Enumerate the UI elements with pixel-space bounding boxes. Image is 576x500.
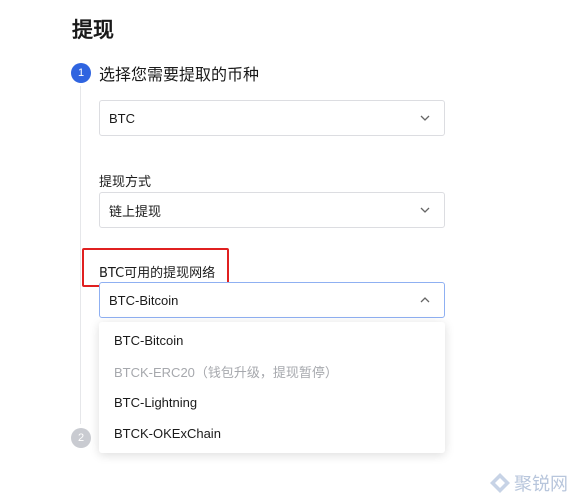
chevron-down-icon xyxy=(418,111,432,125)
dropdown-option[interactable]: BTCK-OKExChain xyxy=(99,418,445,449)
dropdown-option[interactable]: BTC-Bitcoin xyxy=(99,325,445,356)
withdraw-method-value: 链上提现 xyxy=(109,203,162,219)
currency-select[interactable]: BTC xyxy=(99,100,445,136)
step-label: 选择您需要提取的币种 xyxy=(99,65,260,84)
watermark: 聚锐网 xyxy=(489,470,568,496)
network-dropdown-menu: BTC-Bitcoin BTCK-ERC20（钱包升级，提现暂停） BTC-Li… xyxy=(99,322,445,453)
currency-select-value: BTC xyxy=(109,110,135,126)
watermark-text: 聚锐网 xyxy=(514,474,568,495)
step-1: 1 选择您需要提取的币种 xyxy=(71,61,259,85)
step-number-badge: 1 xyxy=(71,63,91,83)
watermark-logo-icon xyxy=(490,473,510,493)
network-select-value: BTC-Bitcoin xyxy=(109,292,179,308)
withdraw-method-select[interactable]: 链上提现 xyxy=(99,192,445,228)
step-connector-line xyxy=(80,86,81,424)
network-select[interactable]: BTC-Bitcoin xyxy=(99,282,445,318)
step-2: 2 xyxy=(71,428,91,448)
dropdown-option-disabled: BTCK-ERC20（钱包升级，提现暂停） xyxy=(114,365,338,380)
chevron-up-icon xyxy=(418,293,432,307)
withdraw-method-label: 提现方式 xyxy=(99,175,152,190)
step-number-badge: 2 xyxy=(71,428,91,448)
dropdown-option[interactable]: BTC-Lightning xyxy=(99,387,445,418)
page-title: 提现 xyxy=(72,18,114,42)
chevron-down-icon xyxy=(418,203,432,217)
